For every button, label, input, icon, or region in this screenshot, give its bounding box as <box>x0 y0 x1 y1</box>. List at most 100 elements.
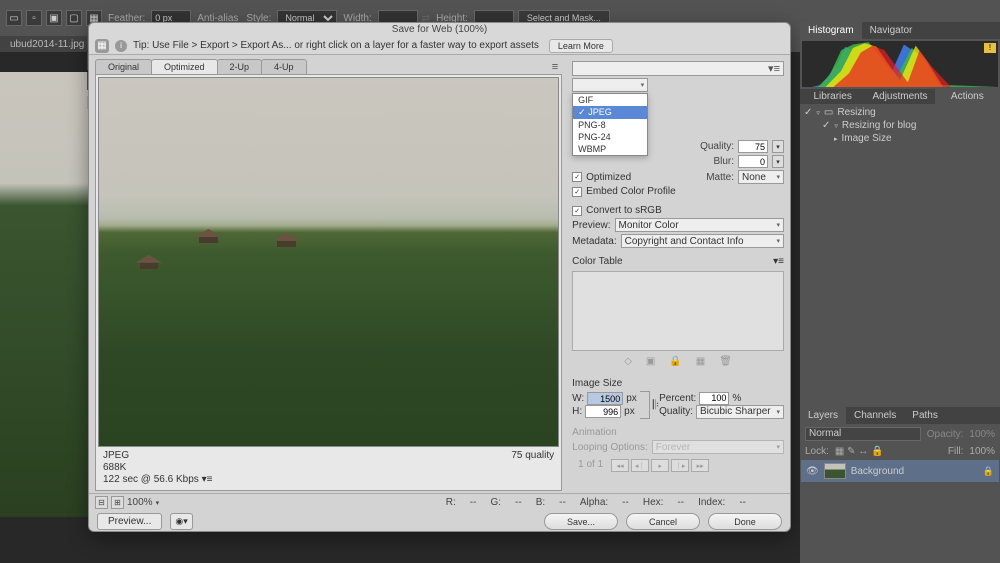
blur-input[interactable] <box>738 155 768 168</box>
info-icon: i <box>115 40 127 52</box>
action-item[interactable]: Image Size <box>842 133 892 144</box>
zoom-out-button[interactable]: ⊟ <box>95 496 108 509</box>
zoom-in-button[interactable]: ⊞ <box>111 496 124 509</box>
quality2-label: Quality: <box>659 406 693 417</box>
embed-checkbox[interactable] <box>572 187 582 197</box>
histogram-warning-icon[interactable]: ! <box>984 43 996 53</box>
blur-spinner[interactable]: ▾ <box>772 155 784 168</box>
tab-original[interactable]: Original <box>95 59 152 74</box>
preset-select[interactable] <box>572 61 784 76</box>
histogram: ! <box>802 41 998 87</box>
first-frame-button: ◂◂ <box>611 459 629 472</box>
visibility-icon[interactable]: 👁 <box>806 466 819 477</box>
tab-libraries[interactable]: Libraries <box>800 89 865 104</box>
tool-sel-icon[interactable]: ▫ <box>26 10 42 26</box>
resample-select[interactable]: Bicubic Sharper <box>696 405 784 419</box>
action-set[interactable]: Resizing for blog <box>842 120 916 131</box>
preview-image[interactable] <box>98 77 559 447</box>
matte-select[interactable]: None <box>738 170 784 184</box>
tab-actions[interactable]: Actions <box>935 89 1000 104</box>
embed-label: Embed Color Profile <box>586 186 675 197</box>
srgb-checkbox[interactable] <box>572 206 582 216</box>
fmt-wbmp[interactable]: WBMP <box>573 143 647 155</box>
tool-add-icon[interactable]: ▣ <box>46 10 62 26</box>
ct-menu-icon[interactable]: ▾≡ <box>773 256 784 267</box>
preset-menu-icon[interactable]: ▾≡ <box>768 62 780 75</box>
fmt-gif[interactable]: GIF <box>573 94 647 106</box>
metadata-select[interactable]: Copyright and Contact Info <box>621 234 784 248</box>
opacity-value[interactable]: 100% <box>969 429 995 440</box>
ct-icon-3[interactable]: 🔒 <box>669 356 681 367</box>
percent-unit: % <box>732 393 741 404</box>
blend-mode-select[interactable]: Normal <box>805 427 921 441</box>
srgb-label: Convert to sRGB <box>586 205 662 216</box>
colortable-label: Color Table <box>572 256 622 267</box>
color-table <box>572 271 784 351</box>
tab-channels[interactable]: Channels <box>846 407 904 424</box>
preview-frame: JPEG75 quality 688K 122 sec @ 56.6 Kbps … <box>95 74 562 491</box>
next-frame-button: ｜▸ <box>671 459 689 472</box>
is-h-input[interactable] <box>585 405 621 418</box>
tab-navigator[interactable]: Navigator <box>862 22 921 39</box>
tab-paths[interactable]: Paths <box>904 407 946 424</box>
browser-icon[interactable]: ◉▾ <box>170 513 192 530</box>
layer-thumbnail[interactable] <box>824 463 846 479</box>
opacity-label: Opacity: <box>927 429 964 440</box>
ct-icon-1[interactable]: ◇ <box>624 356 632 367</box>
format-dropdown: GIF JPEG PNG-8 PNG-24 WBMP <box>572 93 648 156</box>
settings-pane: ▾≡ GIF JPEG PNG-8 PNG-24 WBMP Quality: ▾… <box>564 55 790 493</box>
save-for-web-dialog: Save for Web (100%) ▦ i Tip: Use File > … <box>88 22 791 532</box>
percent-input[interactable] <box>699 392 729 405</box>
tab-histogram[interactable]: Histogram <box>800 22 862 39</box>
zoom-level[interactable]: 100% <box>127 497 153 508</box>
preview-button[interactable]: Preview... <box>97 513 162 530</box>
tab-2up[interactable]: 2-Up <box>217 59 263 74</box>
tool-sub-icon[interactable]: ▢ <box>66 10 82 26</box>
learn-more-button[interactable]: Learn More <box>549 39 613 53</box>
quality-label: Quality: <box>700 141 734 152</box>
optimized-checkbox[interactable] <box>572 172 582 182</box>
done-button[interactable]: Done <box>708 513 782 530</box>
fmt-png8[interactable]: PNG-8 <box>573 119 647 131</box>
info-index: Index: <box>698 497 725 508</box>
tip-text: Tip: Use File > Export > Export As... or… <box>133 40 539 51</box>
save-button[interactable]: Save... <box>544 513 618 530</box>
info-hex: Hex: <box>643 497 664 508</box>
last-frame-button: ▸▸ <box>691 459 709 472</box>
layer-name: Background <box>851 466 904 477</box>
link-icon[interactable] <box>640 391 650 419</box>
ct-icon-5[interactable]: 🗑 <box>719 356 732 367</box>
cancel-button[interactable]: Cancel <box>626 513 700 530</box>
layer-background[interactable]: 👁 Background 🔒 <box>801 460 999 482</box>
tab-layers[interactable]: Layers <box>800 407 846 424</box>
fmt-png24[interactable]: PNG-24 <box>573 131 647 143</box>
lock-icons[interactable]: ▦ ✎ ↔ 🔒 <box>835 446 884 457</box>
preview-meta: JPEG75 quality 688K 122 sec @ 56.6 Kbps … <box>98 447 559 488</box>
fmt-jpeg[interactable]: JPEG <box>573 106 647 119</box>
metadata-label: Metadata: <box>572 236 616 247</box>
info-b: B: <box>536 497 545 508</box>
tab-optimized[interactable]: Optimized <box>151 59 218 74</box>
tab-adjustments[interactable]: Adjustments <box>867 89 932 104</box>
dialog-bottom: ⊟ ⊞ 100% ▾ R:-- G:-- B:-- Alpha:-- Hex:-… <box>89 493 790 531</box>
preview-select[interactable]: Monitor Color <box>615 218 784 232</box>
format-select[interactable] <box>572 78 648 92</box>
tool-icon[interactable]: ▭ <box>6 10 22 26</box>
percent-label: Percent: <box>659 393 696 404</box>
info-r: R: <box>446 497 456 508</box>
info-g: G: <box>490 497 501 508</box>
speed-menu-icon[interactable]: ▾≡ <box>202 474 213 485</box>
lock-icon[interactable]: 🔒 <box>983 466 994 477</box>
ct-icon-4[interactable]: ▦ <box>696 356 705 367</box>
is-w-input[interactable] <box>587 392 623 405</box>
image-size-label: Image Size <box>572 378 784 389</box>
meta-speed: 122 sec @ 56.6 Kbps <box>103 474 199 485</box>
preview-menu-icon[interactable]: ≡ <box>552 61 558 73</box>
fill-value[interactable]: 100% <box>969 446 995 457</box>
tab-4up[interactable]: 4-Up <box>261 59 307 74</box>
matte-label: Matte: <box>706 172 734 183</box>
quality-input[interactable] <box>738 140 768 153</box>
quality-spinner[interactable]: ▾ <box>772 140 784 153</box>
action-folder[interactable]: Resizing <box>837 107 875 118</box>
ct-icon-2[interactable]: ▣ <box>646 356 655 367</box>
